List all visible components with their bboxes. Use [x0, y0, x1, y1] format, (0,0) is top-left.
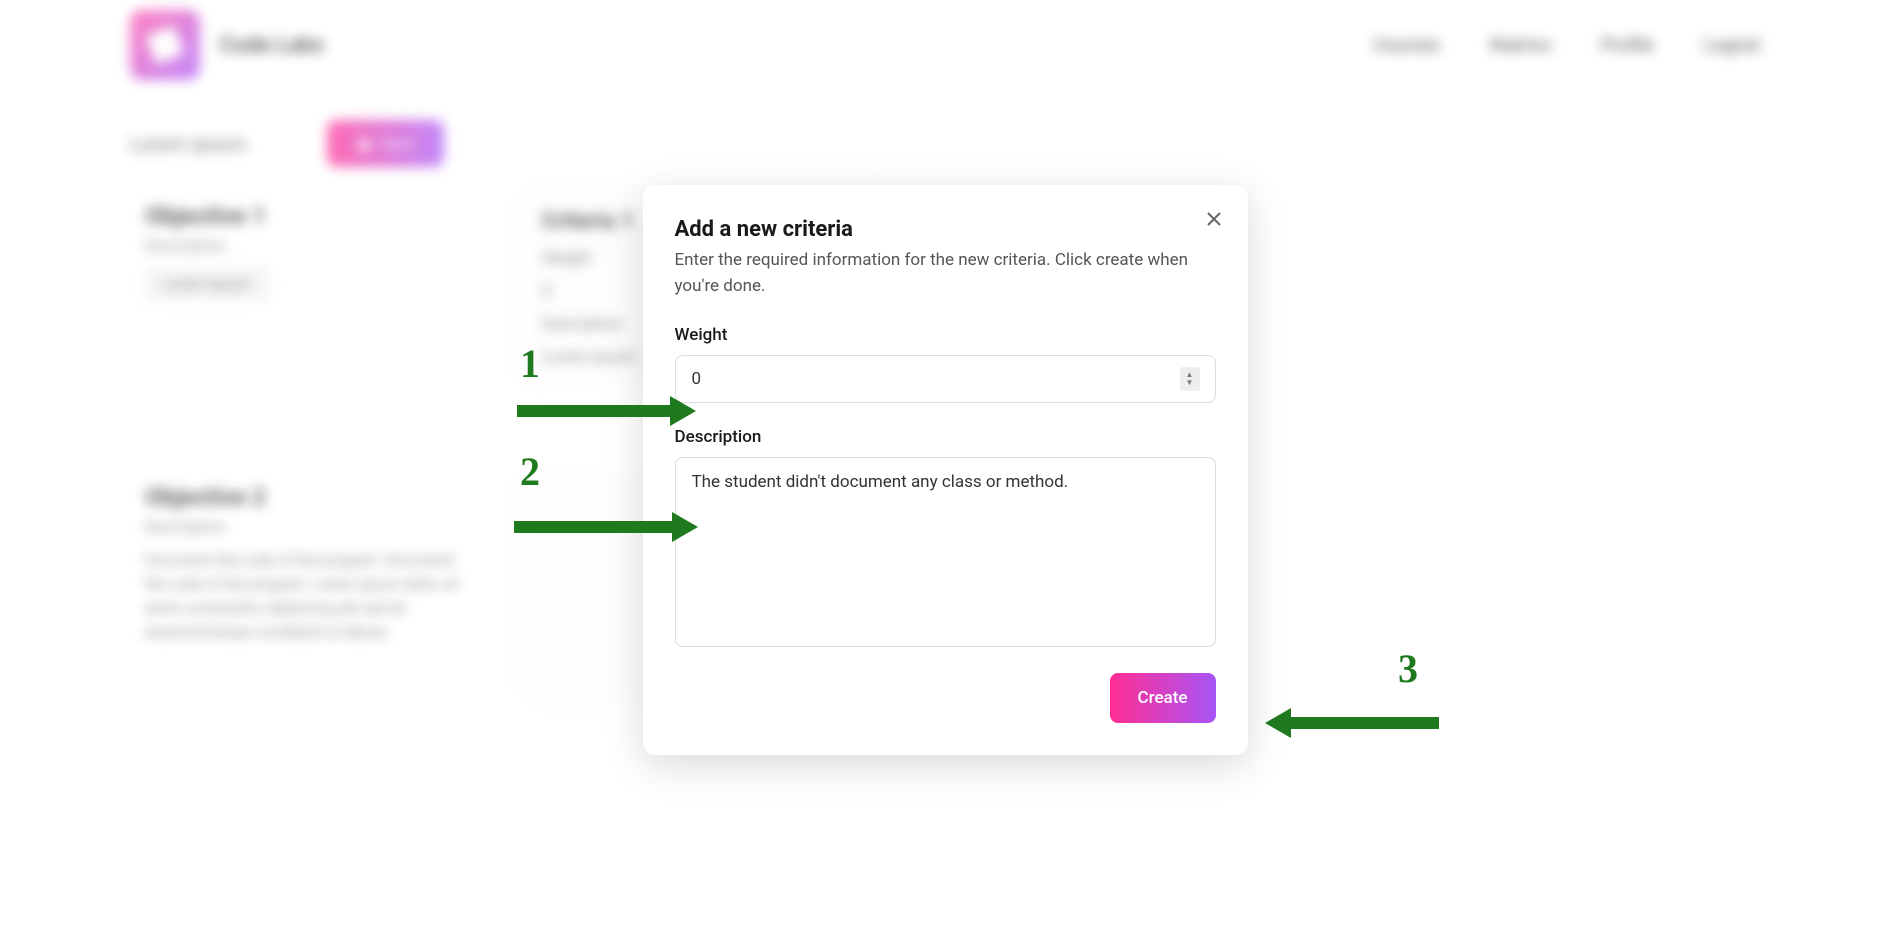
modal-title: Add a new criteria [675, 217, 1216, 242]
weight-label: Weight [675, 325, 1216, 345]
add-criteria-modal: Add a new criteria Enter the required in… [643, 185, 1248, 755]
close-button[interactable] [1204, 209, 1224, 229]
modal-footer: Create [675, 673, 1216, 723]
number-stepper[interactable]: ▲ ▼ [1180, 367, 1200, 391]
close-icon [1206, 211, 1222, 227]
modal-overlay: Add a new criteria Enter the required in… [0, 0, 1890, 937]
weight-input[interactable] [675, 355, 1216, 403]
chevron-down-icon: ▼ [1186, 379, 1194, 387]
description-label: Description [675, 427, 1216, 447]
create-button[interactable]: Create [1110, 673, 1216, 723]
description-textarea[interactable] [675, 457, 1216, 647]
weight-input-wrap: ▲ ▼ [675, 355, 1216, 403]
modal-subtitle: Enter the required information for the n… [675, 248, 1216, 299]
